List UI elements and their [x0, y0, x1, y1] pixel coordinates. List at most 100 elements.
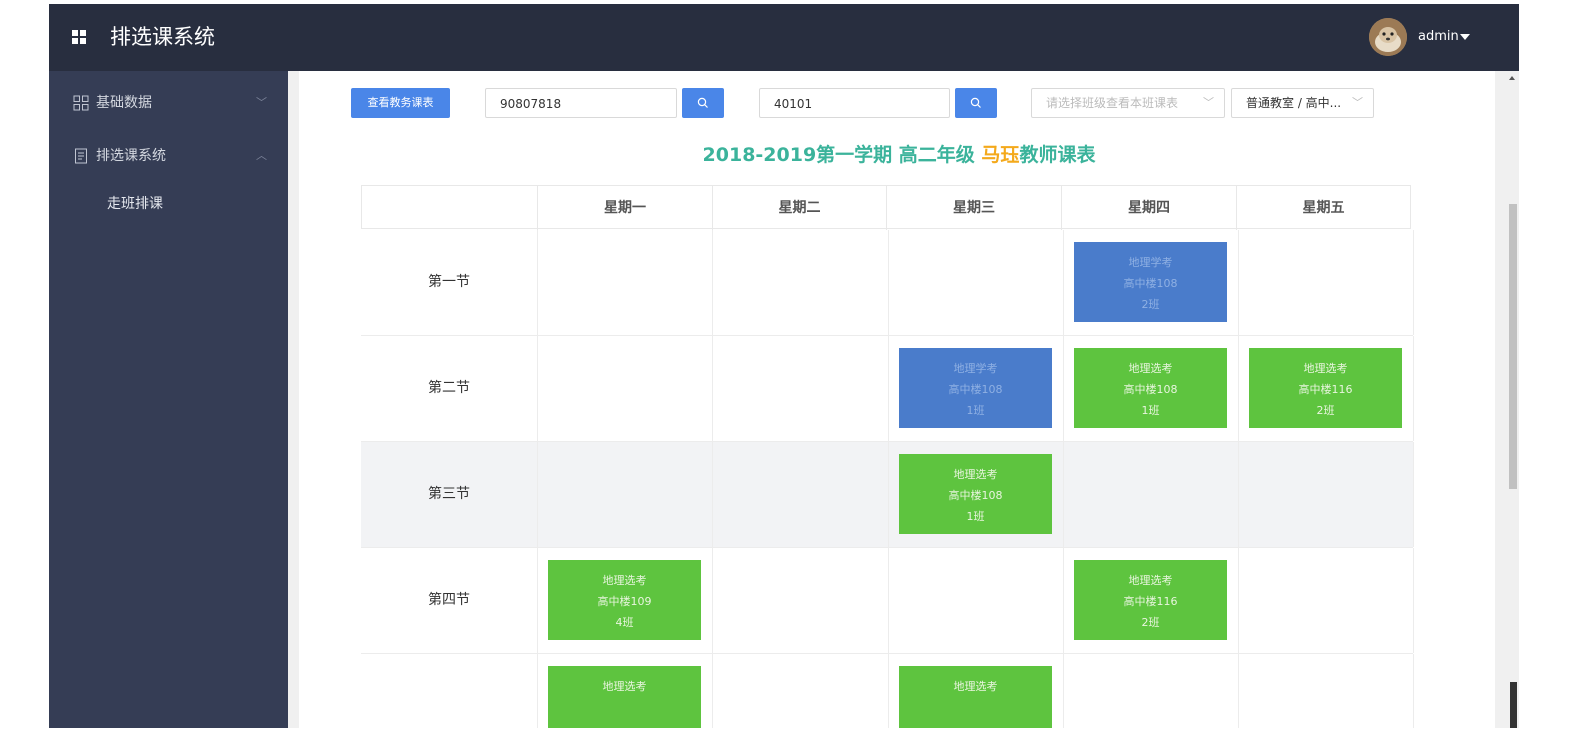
teacher-id-input[interactable]: 90807818: [485, 88, 677, 118]
sidebar-subitem-scheduling[interactable]: 走班排课: [107, 192, 257, 216]
course-card[interactable]: 地理选考高中楼108 1班: [1074, 348, 1227, 428]
course-subject: 地理选考: [602, 680, 647, 693]
grid-divider: [1238, 548, 1239, 653]
course-class: 4班: [615, 616, 634, 629]
course-room: 高中楼109: [597, 595, 652, 608]
scroll-up-arrow[interactable]: [1509, 76, 1515, 80]
day-header: 星期三: [886, 186, 1061, 230]
sidebar-item-label: 基础数据: [96, 95, 152, 111]
search-icon: [697, 97, 708, 108]
course-room: 高中楼108: [948, 489, 1003, 502]
room-search-button[interactable]: [955, 88, 997, 118]
grid-divider: [1413, 336, 1414, 441]
course-class: 2班: [1141, 616, 1160, 629]
grid-divider: [1238, 336, 1239, 441]
sidebar: 基础数据 ﹀ 排选课系统 ︿ 走班排课: [49, 71, 288, 728]
course-room: [899, 697, 1052, 718]
day-header: 星期五: [1236, 186, 1410, 230]
grid-divider: [537, 230, 538, 335]
course-class: 2班: [1316, 404, 1335, 417]
course-card[interactable]: 地理选考: [899, 666, 1052, 728]
grid-divider: [1063, 230, 1064, 335]
content-right-gutter: [1495, 71, 1505, 728]
course-card[interactable]: 地理学考 高中楼108 2班: [1074, 242, 1227, 322]
period-label: [361, 654, 537, 728]
course-room: [548, 697, 701, 718]
app-title: 排选课系统: [110, 25, 215, 49]
grid-divider: [1238, 442, 1239, 547]
course-card[interactable]: 地理选考 高中楼116 2班: [1249, 348, 1402, 428]
timetable-title: 2018-2019第一学期 高二年级 马珏教师课表: [299, 142, 1495, 168]
grid-divider: [712, 654, 713, 728]
grid-divider: [1063, 654, 1064, 728]
course-subject: 地理选考: [1128, 362, 1173, 375]
room-id-input[interactable]: 40101: [759, 88, 950, 118]
course-card[interactable]: 地理选考高中楼109 4班: [548, 560, 701, 640]
day-header: 星期二: [712, 186, 886, 230]
course-subject: 地理选考: [602, 574, 647, 587]
grid-divider: [1063, 548, 1064, 653]
timetable-row: 地理选考 地理选考: [361, 654, 1414, 728]
scrollbar-bottom: [1510, 682, 1517, 728]
grid-divider: [1238, 654, 1239, 728]
course-subject: 地理选考: [953, 468, 998, 481]
search-icon: [970, 97, 981, 108]
grid-divider: [537, 336, 538, 441]
course-card[interactable]: 地理选考 高中楼116 2班: [1074, 560, 1227, 640]
caret-down-icon[interactable]: [1460, 34, 1470, 40]
grid-divider: [1413, 230, 1414, 335]
grid-divider: [888, 442, 889, 547]
period-label: 第二节: [428, 380, 470, 396]
period-label: 第一节: [428, 274, 470, 290]
sidebar-item-basic-data[interactable]: 基础数据 ﹀: [49, 88, 288, 118]
course-card[interactable]: 地理选考 高中楼108 1班: [899, 454, 1052, 534]
period-label: 第三节: [428, 486, 470, 502]
grid-divider: [1413, 654, 1414, 728]
grid-divider: [888, 654, 889, 728]
course-room: 高中楼108: [948, 383, 1003, 396]
grid-divider: [1413, 548, 1414, 653]
course-class: 1班: [1141, 404, 1160, 417]
chevron-down-icon: ﹀: [1203, 96, 1214, 109]
timetable-row: 第一节 地理学考 高中楼108 2班: [361, 230, 1414, 336]
timetable-title-prefix: 2018-2019第一学期 高二年级: [702, 144, 982, 166]
grid-divider: [712, 336, 713, 441]
grid-divider: [1238, 230, 1239, 335]
period-label: 第四节: [428, 592, 470, 608]
day-header: 星期一: [537, 186, 712, 230]
grid-divider: [888, 548, 889, 653]
view-academic-timetable-button[interactable]: 查看教务课表: [351, 88, 450, 118]
sidebar-item-label: 排选课系统: [96, 148, 166, 164]
grid-divider: [537, 442, 538, 547]
chevron-up-icon: ︿: [256, 149, 267, 162]
timetable-header-row: 星期一 星期二 星期三 星期四 星期五: [361, 185, 1411, 230]
course-room: 高中楼108: [1123, 383, 1178, 396]
grid-divider: [712, 230, 713, 335]
app-grid-icon[interactable]: [72, 30, 86, 44]
content-left-gutter: [288, 71, 299, 728]
grid-divider: [1063, 442, 1064, 547]
document-icon: [73, 148, 89, 164]
course-class: 2班: [1141, 298, 1160, 311]
class-select[interactable]: 请选择班级查看本班课表 ﹀: [1031, 88, 1225, 118]
course-card[interactable]: 地理选考: [548, 666, 701, 728]
class-select-placeholder: 请选择班级查看本班课表: [1046, 96, 1179, 110]
grid-divider: [712, 548, 713, 653]
course-class: [548, 718, 701, 728]
grid-divider: [1413, 442, 1414, 547]
teacher-search-button[interactable]: [682, 88, 724, 118]
chevron-down-icon: ﹀: [256, 96, 267, 109]
sidebar-item-course-system[interactable]: 排选课系统 ︿: [49, 141, 288, 171]
room-type-select[interactable]: 普通教室 / 高中... ﹀: [1231, 88, 1374, 118]
scrollbar-thumb[interactable]: [1509, 204, 1517, 489]
room-type-select-value: 普通教室 / 高中...: [1246, 96, 1342, 110]
course-room: 高中楼116: [1123, 595, 1178, 608]
user-menu-name[interactable]: admin: [1418, 28, 1459, 46]
course-room: 高中楼108: [1123, 277, 1178, 290]
course-subject: 地理选考: [1303, 362, 1348, 375]
course-class: [899, 718, 1052, 728]
timetable-row: 第二节 地理学考 高中楼108 1班 地理选考 高中楼108 1班 地理选考 高中楼116 2班: [361, 336, 1414, 442]
course-card[interactable]: 地理学考 高中楼108 1班: [899, 348, 1052, 428]
course-class: 1班: [966, 404, 985, 417]
avatar[interactable]: [1369, 18, 1407, 56]
